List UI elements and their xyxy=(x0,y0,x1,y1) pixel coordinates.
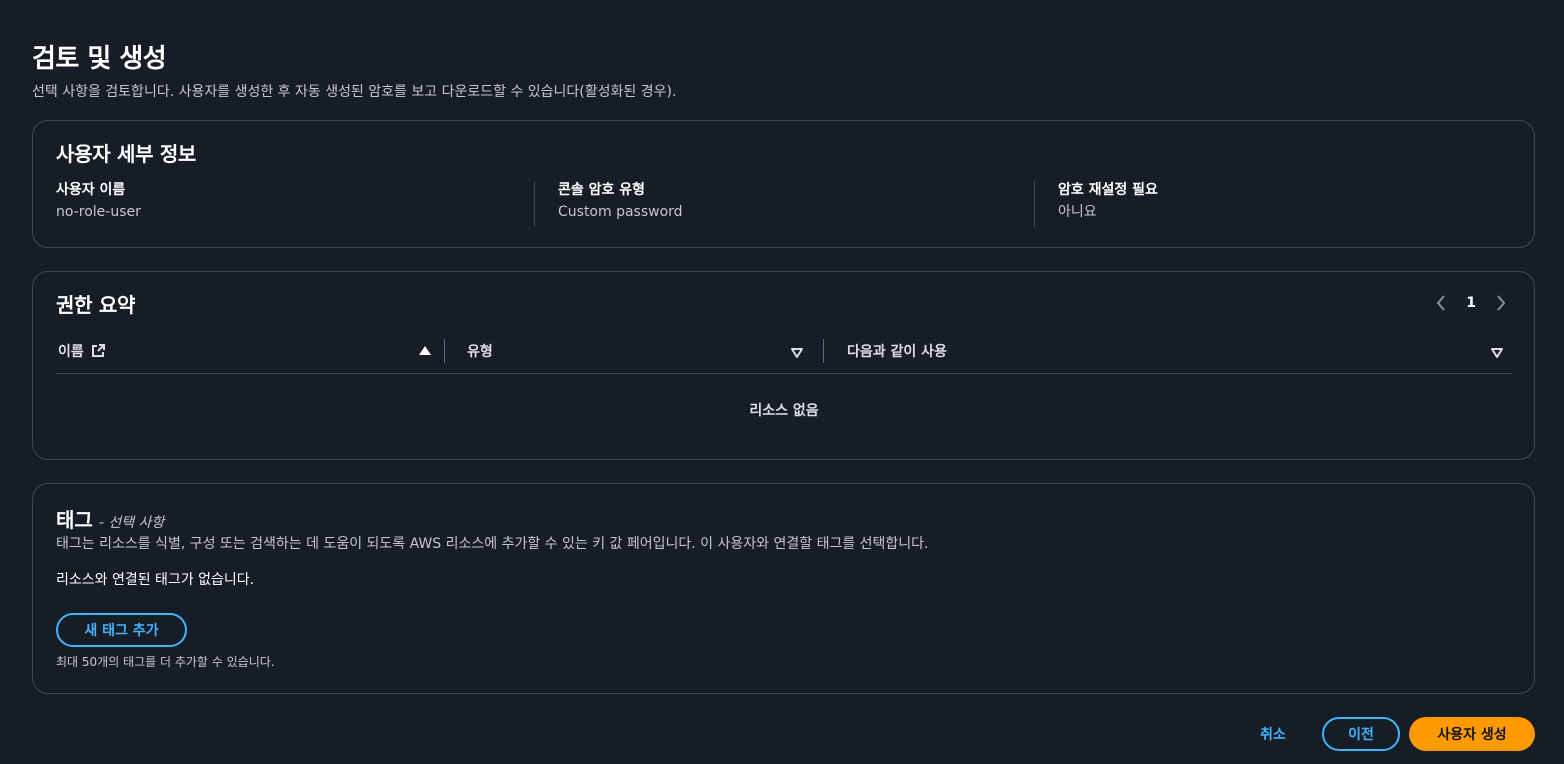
tags-panel: 태그 - 선택 사항 태그는 리소스를 식별, 구성 또는 검색하는 데 도움이… xyxy=(32,483,1535,694)
console-password-type-field: 콘솔 암호 유형 Custom password xyxy=(534,181,1034,227)
page-title: 검토 및 생성 xyxy=(32,44,167,74)
permissions-summary-panel: 권한 요약 1 이름 유형 다음과 같이 사용 리소스 없음 xyxy=(32,271,1535,460)
chevron-left-icon xyxy=(1436,295,1446,311)
tags-title: 태그 xyxy=(56,508,93,532)
chevron-right-icon xyxy=(1497,295,1506,311)
column-header-name[interactable]: 이름 xyxy=(58,336,432,366)
field-label: 콘솔 암호 유형 xyxy=(558,182,646,198)
add-new-tag-button[interactable]: 새 태그 추가 xyxy=(56,613,187,647)
column-label: 유형 xyxy=(467,344,493,360)
no-tags-message: 리소스와 연결된 태그가 없습니다. xyxy=(56,572,255,588)
sort-caret-down-icon[interactable] xyxy=(790,346,804,360)
permissions-table-header: 이름 유형 다음과 같이 사용 xyxy=(56,336,1512,374)
column-header-type[interactable]: 유형 xyxy=(444,339,812,363)
create-user-button[interactable]: 사용자 생성 xyxy=(1409,717,1535,751)
user-name-field: 사용자 이름 no-role-user xyxy=(56,181,534,227)
tags-optional-label: - 선택 사항 xyxy=(98,515,165,531)
field-value: 아니요 xyxy=(1058,204,1097,220)
current-page-number[interactable]: 1 xyxy=(1466,295,1476,311)
sort-ascending-icon[interactable] xyxy=(418,344,432,358)
pagination: 1 xyxy=(1434,292,1508,314)
column-label: 이름 xyxy=(58,344,84,360)
permissions-summary-title: 권한 요약 xyxy=(56,293,136,317)
tags-limit-text: 최대 50개의 태그를 더 추가할 수 있습니다. xyxy=(56,655,275,669)
field-label: 암호 재설정 필요 xyxy=(1058,182,1158,198)
password-reset-required-field: 암호 재설정 필요 아니요 xyxy=(1034,181,1514,227)
page-description: 선택 사항을 검토합니다. 사용자를 생성한 후 자동 생성된 암호를 보고 다… xyxy=(32,84,677,100)
column-header-used-as[interactable]: 다음과 같이 사용 xyxy=(823,339,1512,363)
column-label: 다음과 같이 사용 xyxy=(847,344,947,360)
sort-caret-down-icon[interactable] xyxy=(1490,346,1504,360)
field-value: no-role-user xyxy=(56,204,141,220)
tags-description: 태그는 리소스를 식별, 구성 또는 검색하는 데 도움이 되도록 AWS 리소… xyxy=(56,536,929,552)
previous-button[interactable]: 이전 xyxy=(1322,717,1400,751)
field-value: Custom password xyxy=(558,204,683,220)
external-link-icon xyxy=(91,344,105,357)
previous-page-button[interactable] xyxy=(1434,292,1448,314)
tags-header: 태그 - 선택 사항 xyxy=(56,504,164,533)
cancel-button[interactable]: 취소 xyxy=(1248,718,1298,750)
next-page-button[interactable] xyxy=(1494,292,1508,314)
empty-table-message: 리소스 없음 xyxy=(749,403,819,419)
user-details-title: 사용자 세부 정보 xyxy=(56,142,197,166)
field-label: 사용자 이름 xyxy=(56,182,126,198)
review-and-create-page: 검토 및 생성 선택 사항을 검토합니다. 사용자를 생성한 후 자동 생성된 … xyxy=(0,0,1564,764)
user-details-panel: 사용자 세부 정보 사용자 이름 no-role-user 콘솔 암호 유형 C… xyxy=(32,120,1535,248)
